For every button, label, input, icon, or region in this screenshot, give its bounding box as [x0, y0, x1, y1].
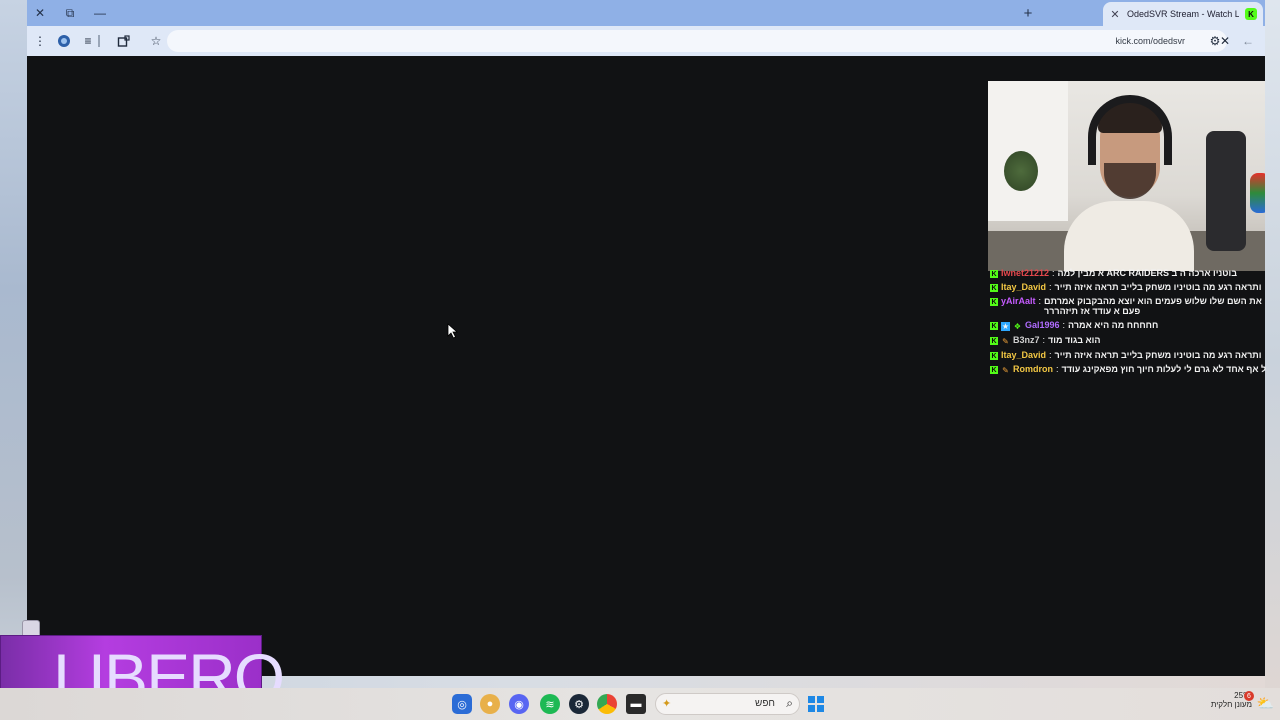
chat-text: ותראה רגע מה בוטיניו משחק בלייב תראה איז…: [1054, 282, 1262, 292]
chat-username[interactable]: B3nz7: [1013, 335, 1040, 345]
chat-message: K ✎ B3nz7 : הוא בגוד מוד: [990, 335, 1268, 346]
chat-separator: :: [1042, 335, 1046, 345]
chat-message: K Itay_David : ותראה רגע מה בוטיניו משחק …: [990, 350, 1268, 360]
chat-text: ל אף אחד לא גרם לי לעלות חיוך חוץ מפאקינ…: [1061, 364, 1267, 374]
taskbar: ◎ ● ◉ ≋ ⚙ ▬ ✦ חפש ⌕ 25°C מעונן חלקית ⛅ 6: [0, 688, 1280, 720]
window-minimize-button[interactable]: —: [91, 4, 109, 22]
new-tab-button[interactable]: +: [1019, 4, 1037, 22]
chat-username[interactable]: Itay_David: [1001, 350, 1046, 360]
chat-username[interactable]: Gal1996: [1025, 320, 1060, 330]
chat-text: א מבין למה ARC RAIDERS בוטניו ארכה ה ב: [1057, 268, 1237, 278]
pencil-badge-icon: ✎: [1002, 337, 1009, 346]
streamer-webcam: [988, 81, 1265, 271]
weather-icon: ⛅: [1256, 695, 1274, 711]
chat-separator: :: [1049, 350, 1052, 360]
tab-active[interactable]: ✕ OdedSVR Stream - Watch Live K: [1103, 2, 1263, 26]
chat-message: K Iwnet21212 : א מבין למה ARC RAIDERS בוט…: [990, 268, 1268, 278]
kick-badge-icon: K: [990, 270, 998, 278]
copilot-icon[interactable]: ◎: [452, 694, 472, 714]
pencil-badge-icon: ✎: [1002, 366, 1009, 375]
tab-strip: ✕ ⧉ — + ✕ OdedSVR Stream - Watch Live K: [27, 0, 1265, 26]
kick-badge-icon: K: [990, 298, 998, 306]
chat-message: K Itay_David : ותראה רגע מה בוטיניו משחק …: [990, 282, 1268, 292]
chrome-icon[interactable]: [597, 694, 617, 714]
kick-badge-icon: K: [990, 284, 998, 292]
chat-message: K ★ ❖ Gal1996 : חחחחח מה היא אמרה: [990, 320, 1268, 331]
toolbar-divider: [98, 35, 100, 47]
mouse-cursor-icon: [447, 323, 459, 339]
kick-badge-icon: K: [990, 337, 998, 345]
kick-badge-icon: K: [990, 322, 998, 330]
menu-icon[interactable]: ⋮: [32, 33, 48, 49]
window-restore-button[interactable]: ⧉: [61, 4, 79, 22]
tab-close-icon[interactable]: ✕: [1109, 8, 1121, 21]
address-bar[interactable]: kick.com/odedsvr ⚙: [167, 30, 1227, 52]
chat-username[interactable]: Itay_David: [1001, 282, 1046, 292]
kick-badge-icon: K: [990, 366, 998, 374]
search-placeholder: חפש: [755, 698, 775, 709]
back-icon[interactable]: ←: [1240, 33, 1256, 49]
search-icon: ⌕: [786, 696, 793, 710]
chat-message: KyAirAalt : את השם שלו שלוש פעמים הוא יו…: [990, 296, 1268, 316]
chat-message: K ✎ Romdron : ל אף אחד לא גרם לי לעלות חיו…: [990, 364, 1268, 375]
chat-separator: :: [1056, 364, 1059, 374]
taskbar-search[interactable]: ✦ חפש ⌕: [655, 693, 800, 715]
desktop-left-edge: [0, 0, 27, 720]
weather-text: מעונן חלקית: [1210, 700, 1252, 709]
chat-username[interactable]: Iwnet21212: [1001, 268, 1049, 278]
stop-icon[interactable]: ✕: [1217, 33, 1233, 49]
chat-username[interactable]: yAirAalt: [1001, 296, 1036, 306]
start-button[interactable]: [808, 696, 824, 712]
media-icon[interactable]: ≡: [80, 33, 96, 49]
chat-separator: :: [1052, 268, 1055, 278]
chat-separator: :: [1049, 282, 1052, 292]
profile-icon[interactable]: [56, 33, 72, 49]
chat-separator: :: [1038, 296, 1042, 306]
chat-overlay: K Iwnet21212 : א מבין למה ARC RAIDERS בוט…: [990, 268, 1268, 379]
chat-text: חחחחח מה היא אמרה: [1068, 320, 1159, 330]
bookmark-star-icon[interactable]: ☆: [148, 33, 164, 49]
chat-text: הוא בגוד מוד: [1048, 335, 1101, 345]
chat-text: את השם שלו שלוש פעמים הוא יוצא מהבקבוק א…: [1044, 296, 1262, 316]
discord-icon[interactable]: ◉: [509, 694, 529, 714]
weather-widget[interactable]: 25°C מעונן חלקית ⛅ 6: [1196, 691, 1274, 719]
steam-icon[interactable]: ⚙: [569, 694, 589, 714]
gift-badge-icon: ❖: [1013, 322, 1022, 331]
browser-toolbar: ⋮ ≡ ☆ kick.com/odedsvr ⚙ ✕ ←: [27, 26, 1265, 56]
notepad-icon[interactable]: ▬: [626, 694, 646, 714]
chat-username[interactable]: Romdron: [1013, 364, 1053, 374]
url-text[interactable]: kick.com/odedsvr: [1115, 36, 1185, 46]
kick-badge-icon: K: [990, 352, 998, 360]
chrome-alt-icon[interactable]: ●: [480, 694, 500, 714]
chat-text: ותראה רגע מה בוטיניו משחק בלייב תראה איז…: [1054, 350, 1262, 360]
sub-badge-icon: ★: [1001, 322, 1010, 331]
chat-separator: :: [1062, 320, 1066, 330]
tab-title: OdedSVR Stream - Watch Live: [1127, 9, 1239, 19]
game-controller-icon: [1250, 173, 1265, 213]
window-close-button[interactable]: ✕: [31, 4, 49, 22]
extensions-icon[interactable]: [115, 33, 131, 49]
kick-favicon-icon: K: [1245, 8, 1257, 20]
spotify-icon[interactable]: ≋: [540, 694, 560, 714]
sparkle-icon: ✦: [662, 698, 672, 710]
notification-badge: 6: [1244, 691, 1254, 701]
